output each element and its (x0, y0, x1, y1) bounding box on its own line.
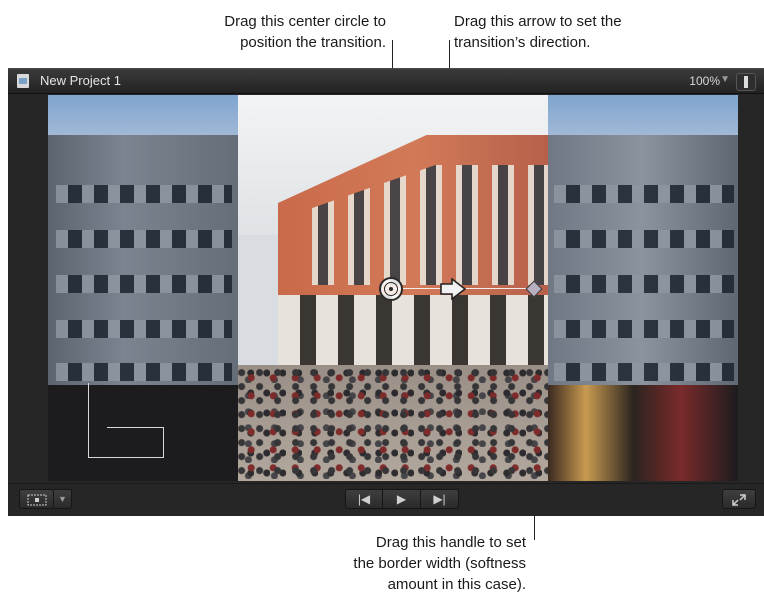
project-title: New Project 1 (40, 73, 121, 88)
transform-button[interactable] (19, 489, 54, 509)
video-viewer[interactable] (48, 95, 738, 481)
transform-frame-overlay (88, 383, 164, 458)
chevron-down-icon[interactable]: ▼ (720, 74, 730, 85)
chevron-down-icon: ▼ (58, 494, 67, 504)
direction-arrow-icon[interactable] (440, 278, 466, 300)
play-icon: ▶ (396, 492, 407, 506)
document-icon (17, 74, 29, 88)
go-to-next-button[interactable]: ▶| (421, 489, 459, 509)
zoom-level[interactable]: 100% (689, 74, 720, 88)
transition-center-circle[interactable] (379, 277, 403, 301)
fullscreen-icon (732, 494, 746, 506)
viewer-bottom-bar: ▼ |◀ ▶ ▶| (8, 483, 764, 516)
transform-icon (27, 494, 46, 506)
callout-border-handle: Drag this handle to set the border width… (353, 534, 526, 593)
view-options-icon[interactable] (736, 73, 756, 91)
play-button[interactable]: ▶ (383, 489, 421, 509)
skip-back-icon: |◀ (357, 492, 371, 506)
callout-direction-arrow: Drag this arrow to set the transition’s … (454, 13, 622, 51)
callout-center-circle: Drag this center circle to position the … (224, 13, 386, 51)
fullscreen-button[interactable] (722, 489, 756, 509)
go-to-previous-button[interactable]: |◀ (345, 489, 383, 509)
transform-menu-button[interactable]: ▼ (54, 489, 72, 509)
image-shopfront-right (548, 385, 738, 481)
viewer-window: New Project 1 100% ▼ ▼ |◀ ▶ ▶| (8, 68, 764, 516)
skip-forward-icon: ▶| (433, 492, 446, 506)
viewer-title-bar: New Project 1 100% ▼ (8, 69, 764, 94)
